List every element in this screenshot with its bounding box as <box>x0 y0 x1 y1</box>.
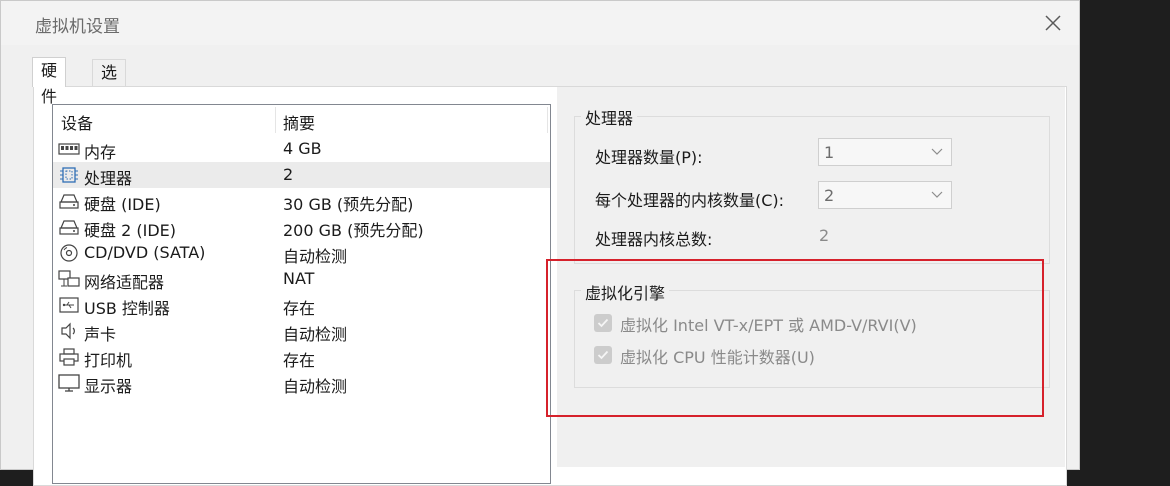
printer-icon <box>59 348 79 366</box>
device-name: 处理器 <box>84 169 133 188</box>
virtualize-vtx-label: 虚拟化 Intel VT-x/EPT 或 AMD-V/RVI(V) <box>620 316 917 335</box>
close-icon <box>1045 15 1061 31</box>
device-name: 显示器 <box>84 377 133 396</box>
cores-per-processor-value: 2 <box>824 186 835 205</box>
device-row-cd-dvd[interactable]: CD/DVD (SATA) 自动检测 <box>53 240 550 266</box>
device-name: 打印机 <box>84 351 133 370</box>
device-row-memory[interactable]: 内存 4 GB <box>53 136 550 162</box>
device-row-hard-disk-2[interactable]: 硬盘 2 (IDE) 200 GB (预先分配) <box>53 214 550 240</box>
device-summary: 4 GB <box>283 139 322 158</box>
checkmark-icon <box>597 318 609 328</box>
device-row-printer[interactable]: 打印机 存在 <box>53 344 550 370</box>
device-summary: 30 GB (预先分配) <box>283 195 414 214</box>
close-button[interactable] <box>1041 11 1065 35</box>
device-summary: 自动检测 <box>283 325 348 344</box>
virtualize-perf-counters-checkbox[interactable] <box>594 346 612 364</box>
device-summary: NAT <box>283 269 315 288</box>
sound-card-icon <box>61 322 75 340</box>
hard-disk-icon <box>59 194 79 209</box>
device-row-sound-card[interactable]: 声卡 自动检测 <box>53 318 550 344</box>
checkmark-icon <box>597 350 609 360</box>
device-row-processor[interactable]: 处理器 2 <box>53 162 550 188</box>
device-name: 硬盘 (IDE) <box>84 195 161 214</box>
cd-dvd-icon <box>60 244 78 262</box>
device-name: 内存 <box>84 143 117 162</box>
display-icon <box>58 374 80 392</box>
memory-icon <box>58 143 80 155</box>
processor-count-label: 处理器数量(P): <box>595 148 703 167</box>
column-header-device[interactable]: 设备 <box>61 110 93 134</box>
column-divider[interactable] <box>275 107 276 133</box>
device-row-network-adapter[interactable]: 网络适配器 NAT <box>53 266 550 292</box>
device-summary: 2 <box>283 165 294 184</box>
device-row-display[interactable]: 显示器 自动检测 <box>53 370 550 396</box>
device-summary: 自动检测 <box>283 247 348 266</box>
device-name: 网络适配器 <box>84 273 165 292</box>
virtualize-perf-counters-checkbox-row[interactable]: 虚拟化 CPU 性能计数器(U) <box>594 343 954 367</box>
device-summary: 自动检测 <box>283 377 348 396</box>
chevron-down-icon <box>931 148 943 155</box>
tab-options[interactable]: 选项 <box>92 59 127 108</box>
virtualize-vtx-checkbox-row[interactable]: 虚拟化 Intel VT-x/EPT 或 AMD-V/RVI(V) <box>594 311 954 335</box>
device-summary: 存在 <box>283 351 316 370</box>
device-summary: 200 GB (预先分配) <box>283 221 424 240</box>
list-header: 设备 摘要 <box>53 105 550 135</box>
device-name: USB 控制器 <box>84 299 170 318</box>
virtualize-perf-counters-label: 虚拟化 CPU 性能计数器(U) <box>620 348 815 367</box>
title-bar: 虚拟机设置 <box>1 1 1079 45</box>
processor-group-title: 处理器 <box>581 105 638 129</box>
device-summary: 存在 <box>283 299 316 318</box>
cores-per-processor-select[interactable]: 2 <box>818 181 952 209</box>
processor-count-select[interactable]: 1 <box>818 138 952 166</box>
total-cores-label: 处理器内核总数: <box>595 230 713 249</box>
device-name: CD/DVD (SATA) <box>84 243 206 262</box>
processor-count-value: 1 <box>824 143 835 162</box>
column-header-summary[interactable]: 摘要 <box>283 110 315 134</box>
cores-per-processor-label: 每个处理器的内核数量(C): <box>595 191 785 210</box>
virtualization-engine-title: 虚拟化引擎 <box>581 280 670 304</box>
device-row-hard-disk[interactable]: 硬盘 (IDE) 30 GB (预先分配) <box>53 188 550 214</box>
device-name: 声卡 <box>84 325 117 344</box>
column-divider[interactable] <box>547 107 548 133</box>
vm-settings-dialog: 虚拟机设置 硬件 选项 设备 摘要 内存 <box>0 0 1080 486</box>
processor-icon <box>60 167 78 183</box>
tab-hardware[interactable]: 硬件 <box>32 57 67 106</box>
hard-disk-icon <box>59 220 79 235</box>
chevron-down-icon <box>931 191 943 198</box>
total-cores-value: 2 <box>819 226 830 245</box>
usb-icon <box>59 297 79 313</box>
virtualize-vtx-checkbox[interactable] <box>594 314 612 332</box>
network-adapter-icon <box>58 270 80 287</box>
window-title: 虚拟机设置 <box>35 17 120 37</box>
device-row-usb-controller[interactable]: USB 控制器 存在 <box>53 292 550 318</box>
device-name: 硬盘 2 (IDE) <box>84 221 176 240</box>
virtualization-engine-group <box>574 290 1050 388</box>
device-list[interactable]: 设备 摘要 内存 4 GB 处理器 2 硬盘 (IDE) 30 GB (预先分配… <box>52 104 551 484</box>
